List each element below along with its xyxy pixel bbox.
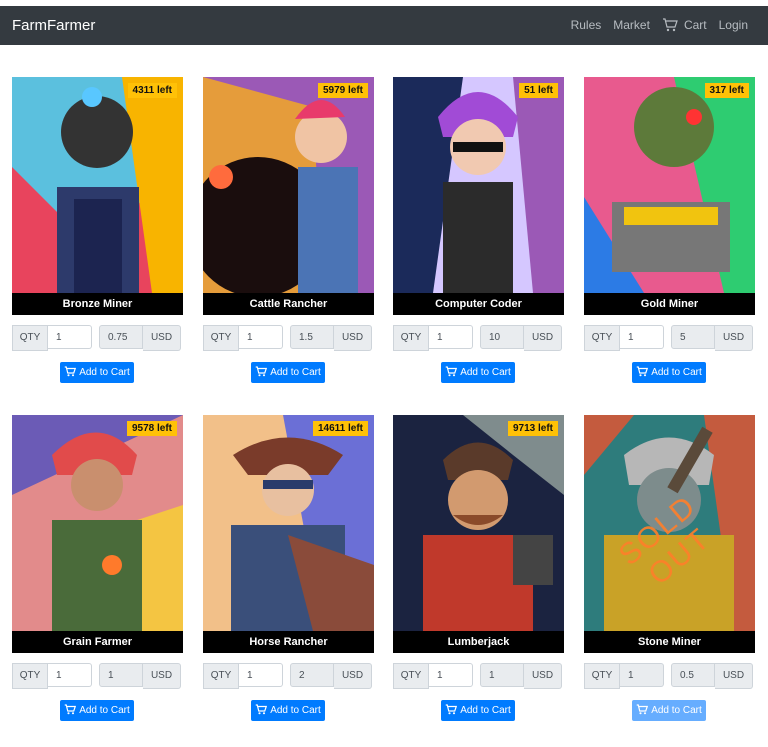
usd-label: USD <box>715 663 753 689</box>
price-field: 10 <box>480 325 524 349</box>
qty-label: QTY <box>584 663 620 689</box>
add-to-cart-label: Add to Cart <box>460 705 511 716</box>
qty-input[interactable]: 1 <box>48 663 92 687</box>
qty-label: QTY <box>584 325 620 351</box>
cart-icon <box>445 703 458 718</box>
qty-row: QTY 1 1 USD <box>393 663 564 689</box>
add-to-cart-button[interactable]: Add to Cart <box>251 700 325 721</box>
cart-icon <box>64 703 77 718</box>
product-controls: QTY 1 1.5 USD Add to Cart <box>203 77 374 383</box>
qty-label: QTY <box>12 663 48 689</box>
usd-label: USD <box>334 325 372 351</box>
qty-row: QTY 1 0.5 USD <box>584 663 755 689</box>
qty-input[interactable]: 1 <box>239 663 283 687</box>
add-to-cart-button[interactable]: Add to Cart <box>60 362 134 383</box>
qty-label: QTY <box>393 325 429 351</box>
qty-row: QTY 1 5 USD <box>584 325 755 351</box>
qty-label: QTY <box>203 663 239 689</box>
add-to-cart-button[interactable]: Add to Cart <box>441 700 515 721</box>
nav-links: Rules Market Cart Login <box>571 18 748 32</box>
qty-row: QTY 1 2 USD <box>203 663 374 689</box>
add-to-cart-button[interactable]: Add to Cart <box>60 700 134 721</box>
cart-icon <box>255 703 268 718</box>
add-to-cart-button[interactable]: Add to Cart <box>251 362 325 383</box>
nav-cart[interactable]: Cart <box>662 18 707 32</box>
usd-label: USD <box>334 663 372 689</box>
nav-login[interactable]: Login <box>719 18 748 32</box>
qty-input[interactable]: 1 <box>239 325 283 349</box>
add-to-cart-button[interactable]: Add to Cart <box>441 362 515 383</box>
qty-input: 1 <box>620 663 664 687</box>
usd-label: USD <box>524 325 562 351</box>
cart-icon <box>255 365 268 380</box>
product-controls: QTY 1 5 USD Add to Cart <box>584 77 755 383</box>
qty-input[interactable]: 1 <box>48 325 92 349</box>
cart-icon <box>662 18 678 32</box>
qty-row: QTY 1 1.5 USD <box>203 325 374 351</box>
price-field: 1 <box>480 663 524 687</box>
price-field: 2 <box>290 663 334 687</box>
qty-input[interactable]: 1 <box>620 325 664 349</box>
add-to-cart-button: Add to Cart <box>632 700 706 721</box>
product-controls: QTY 1 1 USD Add to Cart <box>12 415 183 721</box>
qty-label: QTY <box>393 663 429 689</box>
qty-row: QTY 1 1 USD <box>12 663 183 689</box>
qty-input[interactable]: 1 <box>429 325 473 349</box>
add-to-cart-label: Add to Cart <box>270 367 321 378</box>
add-to-cart-label: Add to Cart <box>270 705 321 716</box>
product-controls: QTY 1 0.75 USD Add to Cart <box>12 77 183 383</box>
cart-icon <box>64 365 77 380</box>
nav-market[interactable]: Market <box>613 18 650 32</box>
usd-label: USD <box>524 663 562 689</box>
usd-label: USD <box>143 325 181 351</box>
cart-icon <box>445 365 458 380</box>
usd-label: USD <box>143 663 181 689</box>
brand-logo[interactable]: FarmFarmer <box>12 17 95 34</box>
price-field: 1.5 <box>290 325 334 349</box>
product-controls: QTY 1 0.5 USD Add to Cart <box>584 415 755 721</box>
qty-row: QTY 1 10 USD <box>393 325 564 351</box>
qty-row: QTY 1 0.75 USD <box>12 325 183 351</box>
qty-input[interactable]: 1 <box>429 663 473 687</box>
add-to-cart-button[interactable]: Add to Cart <box>632 362 706 383</box>
qty-label: QTY <box>203 325 239 351</box>
cart-icon <box>636 365 649 380</box>
add-to-cart-label: Add to Cart <box>651 705 702 716</box>
price-field: 0.75 <box>99 325 143 349</box>
add-to-cart-label: Add to Cart <box>79 367 130 378</box>
usd-label: USD <box>715 325 753 351</box>
qty-label: QTY <box>12 325 48 351</box>
cart-icon <box>636 703 649 718</box>
price-field: 0.5 <box>671 663 715 687</box>
price-field: 1 <box>99 663 143 687</box>
add-to-cart-label: Add to Cart <box>460 367 511 378</box>
add-to-cart-label: Add to Cart <box>651 367 702 378</box>
nav-rules[interactable]: Rules <box>571 18 602 32</box>
navbar: FarmFarmer Rules Market Cart Login <box>0 6 768 45</box>
product-controls: QTY 1 1 USD Add to Cart <box>393 415 564 721</box>
price-field: 5 <box>671 325 715 349</box>
product-controls: QTY 1 10 USD Add to Cart <box>393 77 564 383</box>
nav-cart-label: Cart <box>683 18 707 32</box>
product-controls: QTY 1 2 USD Add to Cart <box>203 415 374 721</box>
add-to-cart-label: Add to Cart <box>79 705 130 716</box>
